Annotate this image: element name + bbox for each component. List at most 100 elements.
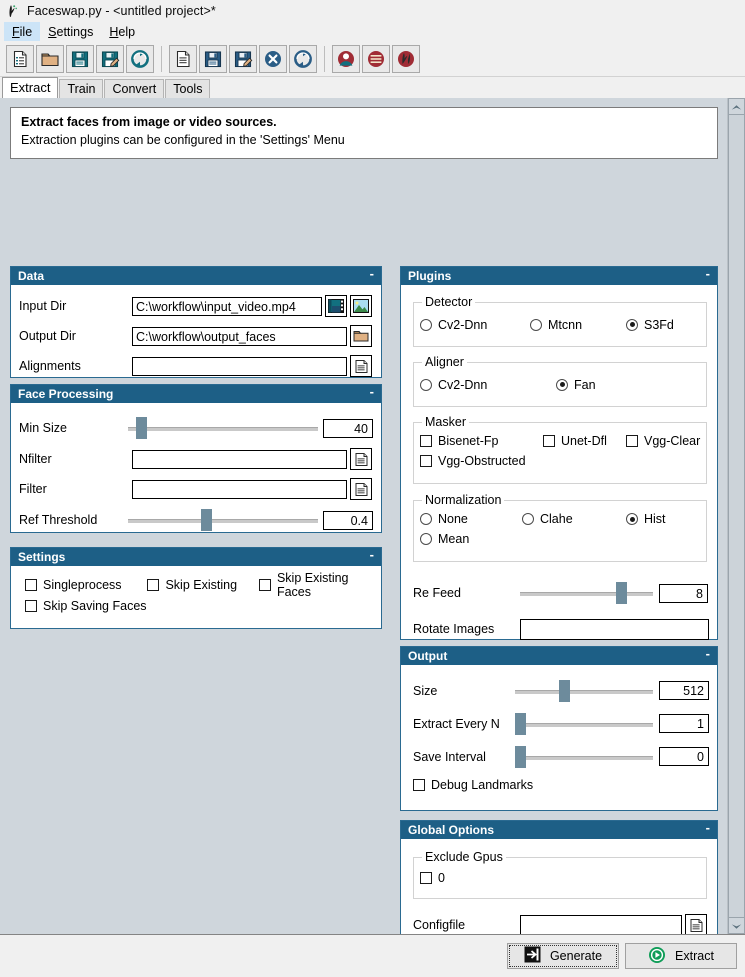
checkbox-icon[interactable] bbox=[420, 872, 432, 884]
output-dir-field[interactable]: C:\workflow\output_faces bbox=[132, 326, 347, 346]
input-dir-video-browse-button[interactable] bbox=[325, 295, 347, 317]
checkbox-singleprocess[interactable]: Singleprocess bbox=[25, 578, 147, 592]
alignments-browse-button[interactable] bbox=[350, 355, 372, 377]
checkbox-icon[interactable] bbox=[25, 578, 37, 591]
panel-settings-header[interactable]: Settings - bbox=[11, 548, 381, 566]
panel-global-options-collapse-button[interactable]: - bbox=[706, 821, 710, 836]
ref-threshold-value-field[interactable]: 0.4 bbox=[323, 510, 373, 530]
radio-detector-cv2-dnn[interactable]: Cv2-Dnn bbox=[420, 318, 530, 332]
radio-icon[interactable] bbox=[626, 318, 638, 331]
tab-train[interactable]: Train bbox=[59, 79, 104, 98]
re-feed-slider-thumb[interactable] bbox=[615, 582, 627, 604]
scroll-up-button[interactable] bbox=[728, 98, 745, 115]
radio-normalization-clahe[interactable]: Clahe bbox=[522, 512, 626, 526]
size-slider[interactable] bbox=[515, 679, 653, 702]
save-task-button[interactable] bbox=[199, 45, 227, 73]
generate-button[interactable]: Generate bbox=[507, 943, 619, 969]
panel-output-collapse-button[interactable]: - bbox=[706, 647, 710, 662]
checkbox-icon[interactable] bbox=[543, 435, 555, 447]
radio-icon[interactable] bbox=[420, 318, 432, 331]
input-dir-field[interactable]: C:\workflow\input_video.mp4 bbox=[132, 296, 322, 316]
radio-detector-mtcnn[interactable]: Mtcnn bbox=[530, 318, 626, 332]
rotate-images-field[interactable] bbox=[520, 618, 709, 640]
checkbox-icon[interactable] bbox=[420, 435, 432, 447]
reload-project-button[interactable] bbox=[126, 45, 154, 73]
checkbox-masker-vgg-clear[interactable]: Vgg-Clear bbox=[626, 434, 700, 448]
checkbox-icon[interactable] bbox=[413, 779, 425, 791]
save-interval-value-field[interactable]: 0 bbox=[658, 747, 709, 766]
radio-icon[interactable] bbox=[420, 513, 432, 525]
checkbox-masker-bisenet-fp[interactable]: Bisenet-Fp bbox=[420, 434, 543, 448]
alignments-tool-button[interactable] bbox=[362, 45, 390, 73]
menu-settings[interactable]: Settings bbox=[40, 22, 101, 41]
radio-icon[interactable] bbox=[530, 318, 542, 331]
re-feed-slider[interactable] bbox=[520, 582, 653, 604]
panel-face-processing-header[interactable]: Face Processing - bbox=[11, 385, 381, 403]
panel-plugins-collapse-button[interactable]: - bbox=[706, 267, 710, 282]
radio-icon[interactable] bbox=[420, 533, 432, 545]
filter-field[interactable] bbox=[132, 479, 347, 499]
scroll-down-button[interactable] bbox=[728, 917, 745, 934]
checkbox-icon[interactable] bbox=[420, 455, 432, 467]
checkbox-icon[interactable] bbox=[147, 578, 160, 591]
ref-threshold-slider-thumb[interactable] bbox=[200, 509, 212, 531]
save-interval-slider-thumb[interactable] bbox=[515, 745, 527, 768]
scrollbar-track[interactable] bbox=[728, 115, 745, 917]
radio-icon[interactable] bbox=[420, 378, 432, 391]
vertical-scrollbar[interactable] bbox=[727, 98, 745, 934]
checkbox-icon[interactable] bbox=[626, 435, 638, 447]
radio-normalization-mean[interactable]: Mean bbox=[420, 532, 469, 546]
extract-tool-button[interactable] bbox=[332, 45, 360, 73]
reload-task-button[interactable] bbox=[289, 45, 317, 73]
radio-icon[interactable] bbox=[626, 513, 638, 525]
panel-output-header[interactable]: Output - bbox=[401, 647, 717, 665]
checkbox-debug-landmarks[interactable]: Debug Landmarks bbox=[413, 778, 533, 792]
panel-global-options-header[interactable]: Global Options - bbox=[401, 821, 717, 839]
save-interval-slider[interactable] bbox=[515, 745, 653, 768]
preview-tool-button[interactable] bbox=[392, 45, 420, 73]
extract-button[interactable]: Extract bbox=[625, 943, 737, 969]
configfile-browse-button[interactable] bbox=[685, 914, 707, 934]
size-value-field[interactable]: 512 bbox=[658, 681, 709, 700]
extract-every-n-value-field[interactable]: 1 bbox=[658, 714, 709, 733]
new-project-button[interactable] bbox=[6, 45, 34, 73]
checkbox-exclude-gpu-0[interactable]: 0 bbox=[420, 871, 445, 885]
tab-tools[interactable]: Tools bbox=[165, 79, 211, 98]
alignments-field[interactable] bbox=[132, 356, 347, 376]
panel-data-collapse-button[interactable]: - bbox=[370, 267, 374, 282]
new-task-button[interactable] bbox=[169, 45, 197, 73]
ref-threshold-slider[interactable] bbox=[128, 509, 319, 531]
radio-normalization-none[interactable]: None bbox=[420, 512, 522, 526]
radio-detector-s3fd[interactable]: S3Fd bbox=[626, 318, 674, 332]
configfile-field[interactable] bbox=[520, 914, 682, 934]
save-project-as-button[interactable] bbox=[96, 45, 124, 73]
radio-icon[interactable] bbox=[522, 513, 534, 525]
clear-task-button[interactable] bbox=[259, 45, 287, 73]
extract-every-n-slider[interactable] bbox=[515, 712, 653, 735]
re-feed-value-field[interactable]: 8 bbox=[659, 583, 708, 603]
checkbox-skip-existing-faces[interactable]: Skip Existing Faces bbox=[259, 571, 381, 599]
tab-extract[interactable]: Extract bbox=[2, 77, 59, 98]
nfilter-browse-button[interactable] bbox=[350, 448, 372, 470]
input-dir-image-browse-button[interactable] bbox=[350, 295, 372, 317]
min-size-slider[interactable] bbox=[128, 417, 319, 439]
nfilter-field[interactable] bbox=[132, 449, 347, 469]
extract-every-n-slider-thumb[interactable] bbox=[515, 712, 527, 735]
checkbox-skip-existing[interactable]: Skip Existing bbox=[147, 578, 259, 592]
filter-browse-button[interactable] bbox=[350, 478, 372, 500]
radio-icon[interactable] bbox=[556, 378, 568, 391]
save-task-as-button[interactable] bbox=[229, 45, 257, 73]
radio-aligner-fan[interactable]: Fan bbox=[556, 378, 596, 392]
output-dir-browse-button[interactable] bbox=[350, 325, 372, 347]
radio-aligner-cv2-dnn[interactable]: Cv2-Dnn bbox=[420, 378, 556, 392]
checkbox-masker-unet-dfl[interactable]: Unet-Dfl bbox=[543, 434, 626, 448]
checkbox-skip-saving-faces[interactable]: Skip Saving Faces bbox=[25, 599, 147, 613]
menu-file[interactable]: File bbox=[4, 22, 41, 41]
min-size-slider-thumb[interactable] bbox=[136, 417, 148, 439]
open-project-button[interactable] bbox=[36, 45, 64, 73]
checkbox-masker-vgg-obstructed[interactable]: Vgg-Obstructed bbox=[420, 454, 526, 468]
menu-help[interactable]: Help bbox=[101, 22, 143, 41]
panel-plugins-header[interactable]: Plugins - bbox=[401, 267, 717, 285]
min-size-value-field[interactable]: 40 bbox=[323, 418, 373, 438]
tab-convert[interactable]: Convert bbox=[104, 79, 165, 98]
